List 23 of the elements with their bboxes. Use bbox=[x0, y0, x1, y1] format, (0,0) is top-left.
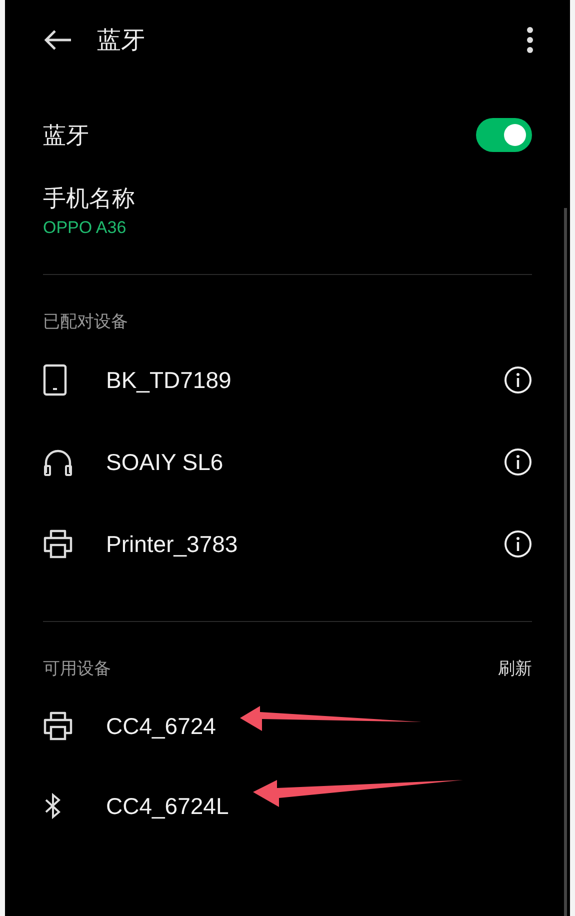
section-heading: 已配对设备 bbox=[43, 310, 128, 332]
phone-name-label: 手机名称 bbox=[43, 185, 136, 214]
headphones-icon bbox=[43, 448, 73, 476]
refresh-link[interactable]: 刷新 bbox=[498, 656, 532, 680]
info-icon[interactable] bbox=[504, 530, 532, 558]
more-icon[interactable] bbox=[526, 26, 534, 54]
info-icon[interactable] bbox=[504, 366, 532, 394]
device-name[interactable]: Printer_3783 bbox=[106, 530, 238, 558]
device-name[interactable]: CC4_6724L bbox=[106, 792, 229, 820]
printer-icon bbox=[43, 711, 73, 741]
bluetooth-label: 蓝牙 bbox=[43, 122, 89, 150]
device-name[interactable]: BK_TD7189 bbox=[106, 366, 232, 394]
bluetooth-toggle[interactable] bbox=[476, 118, 532, 152]
printer-icon bbox=[43, 529, 73, 559]
device-name[interactable]: SOAIY SL6 bbox=[106, 448, 224, 476]
info-icon[interactable] bbox=[504, 448, 532, 476]
page-title: 蓝牙 bbox=[97, 25, 145, 56]
tablet-icon bbox=[43, 364, 67, 396]
device-name[interactable]: CC4_6724 bbox=[106, 712, 216, 740]
section-heading: 可用设备 bbox=[43, 658, 111, 680]
phone-name-value[interactable]: OPPO A36 bbox=[43, 218, 532, 238]
back-icon[interactable] bbox=[43, 29, 73, 51]
bluetooth-icon bbox=[43, 793, 63, 819]
